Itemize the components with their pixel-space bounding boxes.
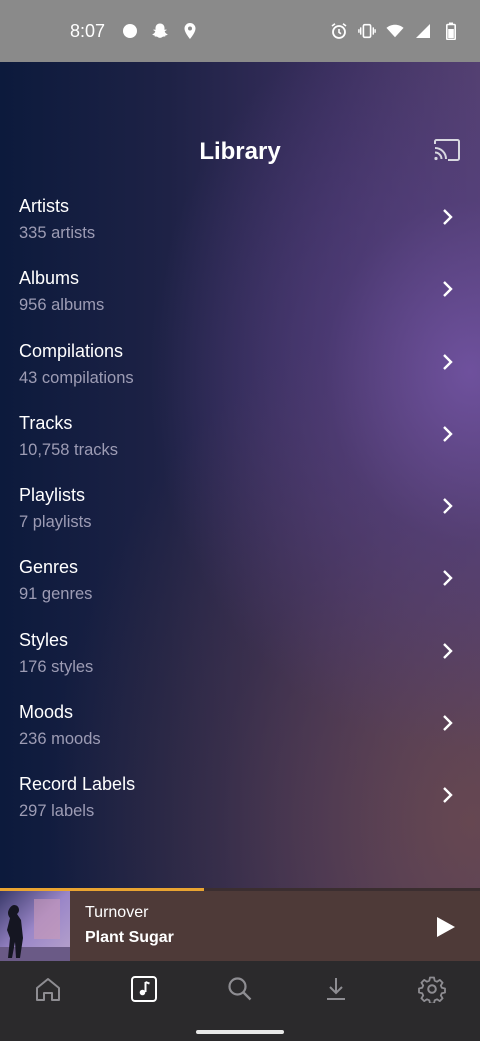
nav-settings-button[interactable]	[384, 961, 480, 1021]
music-library-icon	[130, 975, 158, 1008]
search-icon	[226, 975, 254, 1008]
chevron-right-icon	[440, 353, 456, 371]
library-item-name: Genres	[19, 557, 79, 578]
cast-icon	[432, 139, 462, 166]
library-item-name: Compilations	[19, 340, 124, 361]
nav-library-button[interactable]	[96, 961, 192, 1021]
library-item-count: 176 styles	[19, 657, 94, 676]
home-gesture-handle[interactable]	[196, 1030, 284, 1034]
status-time: 8:07	[70, 20, 106, 41]
library-item-genres[interactable]: Genres 91 genres	[0, 549, 480, 621]
notification-circle-icon	[121, 22, 139, 40]
page-title: Library	[199, 138, 281, 165]
status-bar: 8:07	[0, 0, 480, 62]
library-item-name: Playlists	[19, 485, 86, 506]
library-item-count: 236 moods	[19, 730, 101, 749]
system-gesture-bar	[0, 1021, 480, 1041]
settings-gear-icon	[418, 975, 446, 1008]
location-pin-icon	[181, 22, 199, 40]
library-item-count: 91 genres	[19, 585, 93, 604]
chevron-right-icon	[440, 786, 456, 804]
nav-search-button[interactable]	[192, 961, 288, 1021]
library-item-tracks[interactable]: Tracks 10,758 tracks	[0, 405, 480, 477]
play-icon	[432, 917, 458, 944]
library-item-artists[interactable]: Artists 335 artists	[0, 188, 480, 260]
library-item-count: 335 artists	[19, 224, 96, 242]
library-item-name: Albums	[19, 268, 80, 289]
nav-downloads-button[interactable]	[288, 961, 384, 1021]
chevron-right-icon	[440, 714, 456, 732]
chevron-right-icon	[440, 497, 456, 515]
download-icon	[324, 976, 348, 1007]
library-list: Artists 335 artists Albums 956 albums Co…	[0, 188, 480, 839]
now-playing-artist: Plant Sugar	[85, 929, 174, 946]
library-item-count: 956 albums	[19, 296, 105, 315]
chevron-right-icon	[440, 280, 456, 298]
chevron-right-icon	[440, 208, 456, 226]
signal-icon	[414, 22, 432, 40]
library-item-name: Record Labels	[19, 774, 136, 795]
chevron-right-icon	[440, 569, 456, 587]
bottom-navigation	[0, 961, 480, 1021]
library-item-moods[interactable]: Moods 236 moods	[0, 694, 480, 766]
library-item-albums[interactable]: Albums 956 albums	[0, 260, 480, 332]
album-art[interactable]	[0, 891, 70, 961]
library-item-name: Tracks	[19, 412, 73, 433]
vibrate-icon	[358, 22, 376, 40]
chevron-right-icon	[440, 642, 456, 660]
library-item-count: 10,758 tracks	[19, 440, 119, 459]
library-item-styles[interactable]: Styles 176 styles	[0, 622, 480, 694]
chevron-right-icon	[440, 425, 456, 443]
library-item-record-labels[interactable]: Record Labels 297 labels	[0, 766, 480, 838]
wifi-icon	[386, 22, 404, 40]
play-button[interactable]	[432, 914, 458, 940]
nav-home-button[interactable]	[0, 961, 96, 1021]
library-item-name: Artists	[19, 196, 70, 216]
library-item-count: 297 labels	[19, 802, 95, 821]
home-icon	[34, 976, 62, 1007]
now-playing-title: Turnover	[85, 904, 149, 921]
library-item-compilations[interactable]: Compilations 43 compilations	[0, 333, 480, 405]
alarm-icon	[330, 22, 348, 40]
library-item-name: Moods	[19, 702, 74, 723]
now-playing-bar[interactable]: Turnover Plant Sugar	[0, 888, 480, 961]
library-screen: Library Artists 335 artists Albums 956 a…	[0, 62, 480, 888]
cast-button[interactable]	[432, 138, 462, 162]
library-item-count: 7 playlists	[19, 513, 92, 532]
library-item-playlists[interactable]: Playlists 7 playlists	[0, 477, 480, 549]
library-item-name: Styles	[19, 629, 69, 650]
battery-icon	[442, 22, 460, 40]
snapchat-icon	[151, 22, 169, 40]
playback-progress-bar[interactable]	[0, 888, 480, 891]
library-item-count: 43 compilations	[19, 368, 134, 387]
